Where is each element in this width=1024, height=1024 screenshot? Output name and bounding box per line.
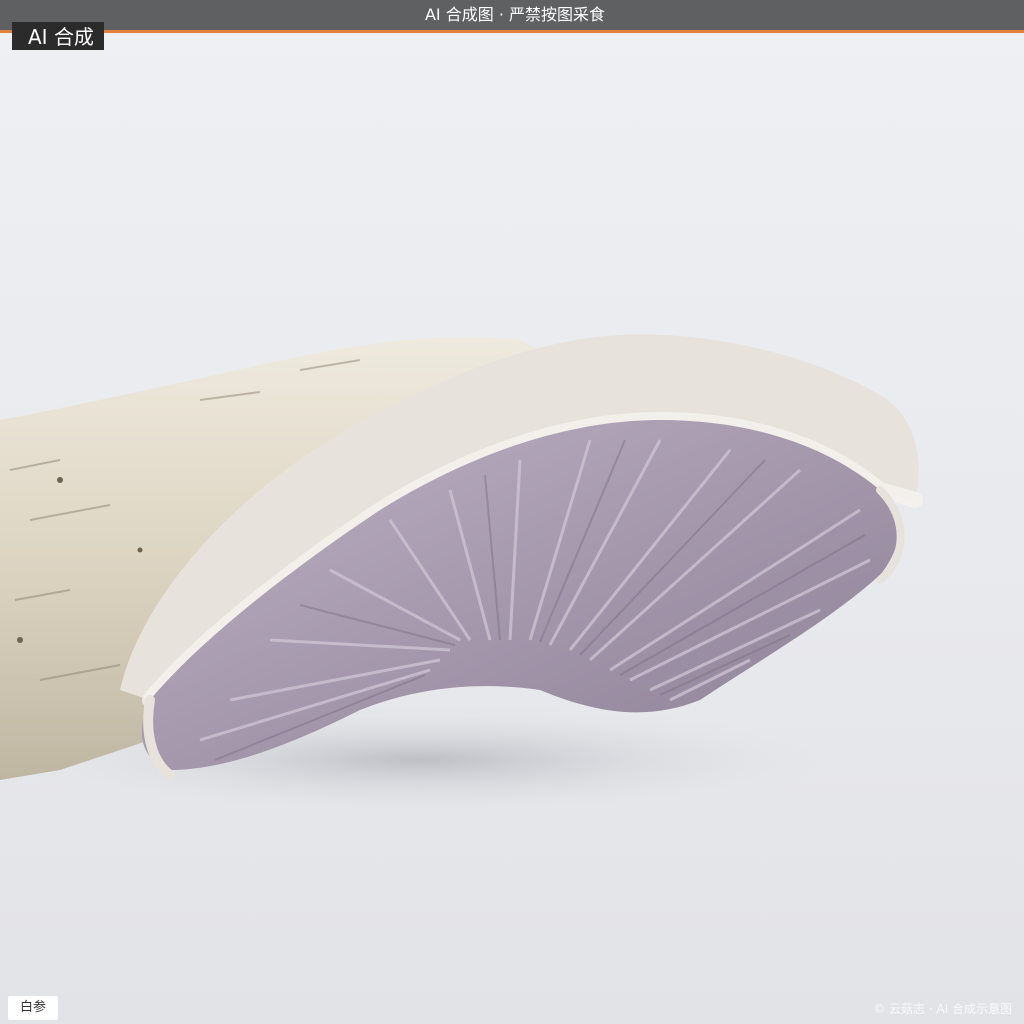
banner-text: AI 合成图 · 严禁按图采食: [424, 5, 605, 24]
watermark-text: © 云菇志 · AI 合成示意图: [873, 1002, 1012, 1016]
ai-generated-tag: AI 合成: [12, 22, 104, 50]
mushroom-photo: [0, 0, 1024, 1024]
species-name-label: 白参: [8, 996, 59, 1020]
ai-tag-text: AI 合成: [28, 25, 94, 49]
ai-warning-banner: AI 合成图 · 严禁按图采食: [0, 0, 1024, 33]
